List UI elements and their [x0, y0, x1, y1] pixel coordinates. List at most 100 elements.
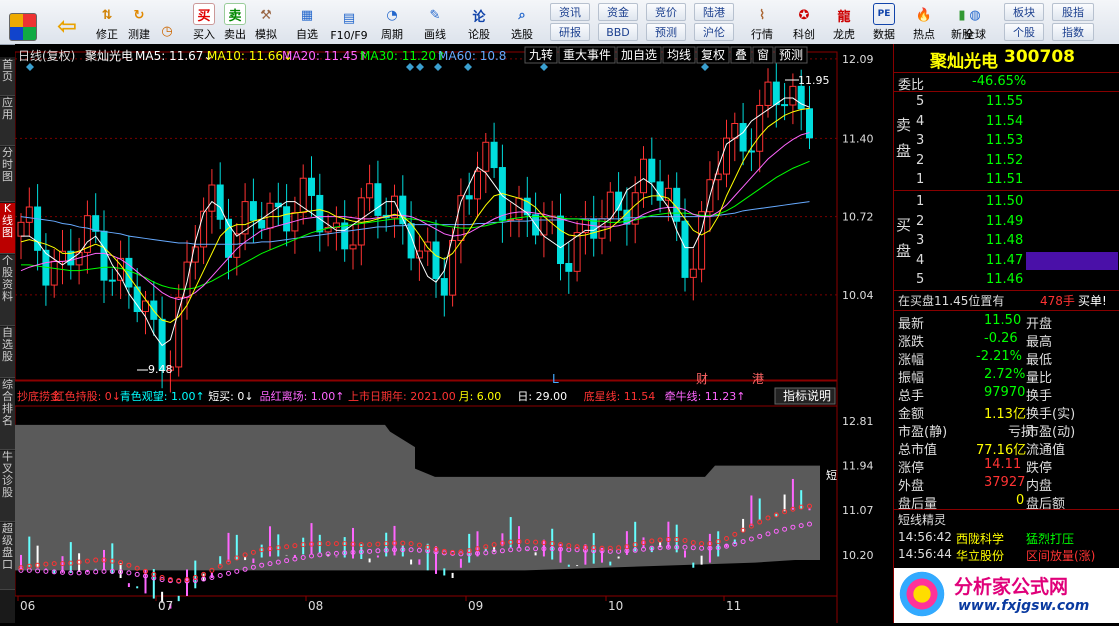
- tab-timeshare[interactable]: 分时图: [0, 147, 15, 202]
- tab-super-board[interactable]: 超级盘口: [0, 523, 15, 590]
- tab-ranking[interactable]: 综合排名: [0, 379, 15, 450]
- app-data-button[interactable]: PE 数据: [866, 2, 902, 42]
- ma10-line: [20, 107, 810, 324]
- bid-level-index: 2: [916, 213, 925, 229]
- marker-cai: 财: [696, 372, 708, 386]
- tab-apps[interactable]: 应用: [0, 97, 15, 146]
- grid-btn-yuce[interactable]: 预测: [646, 23, 686, 41]
- grid-btn-lugang[interactable]: 陆港: [694, 3, 734, 21]
- app-hot-button[interactable]: 🔥 热点: [906, 2, 942, 42]
- candle-body: [25, 206, 33, 223]
- grid-btn-zixun[interactable]: 资讯: [550, 3, 590, 21]
- forum-button[interactable]: 论论股: [462, 2, 496, 42]
- month-label: 06: [20, 599, 35, 613]
- grid-btn-hulun[interactable]: 沪伦: [694, 23, 734, 41]
- global-button[interactable]: ◍ 全球: [954, 2, 996, 42]
- candle-body: [490, 141, 498, 169]
- period-button[interactable]: ◔ 周期: [375, 2, 409, 42]
- draw-button[interactable]: ✎ 画线: [418, 2, 452, 42]
- grid-btn-jingjia[interactable]: 竞价: [646, 3, 686, 21]
- candle-body: [648, 158, 656, 183]
- signal-diamond: [406, 63, 414, 71]
- chart-tab-label: 预测: [779, 48, 803, 62]
- chart-mode-label: 日线(复权): [18, 49, 75, 63]
- ask-level-price: 11.52: [986, 152, 1024, 168]
- nav-button-0[interactable]: ⇅ 修正: [92, 2, 122, 42]
- kline-chart-area[interactable]: 12.09 11.40 10.72 10.04 12.81 11.94 11.07 10.2…: [14, 44, 893, 623]
- grid-btn-bankuai[interactable]: 板块: [1004, 3, 1044, 21]
- candle-body: [432, 241, 440, 280]
- bid-level-row[interactable]: 3 11.48: [894, 232, 1119, 250]
- global-label: 全球: [964, 28, 986, 41]
- tab-home[interactable]: 首页: [0, 59, 15, 96]
- bid-level-row[interactable]: 2 11.49: [894, 213, 1119, 231]
- candle-body: [440, 278, 448, 296]
- app-longhu-button[interactable]: 龍龙虎: [826, 2, 862, 42]
- clock-button[interactable]: ◷: [155, 2, 179, 42]
- buy-button[interactable]: 买买入: [190, 2, 218, 42]
- ma-legend-item: MA10: 11.66↓: [207, 49, 293, 63]
- stat-row[interactable]: 外盘 37927 内盘: [894, 474, 1119, 494]
- ask-level-row[interactable]: 2 11.52: [894, 152, 1119, 170]
- grid-btn-yanbao[interactable]: 研报: [550, 23, 590, 41]
- stock-picker-button[interactable]: ⌕ 选股: [504, 2, 540, 42]
- stat-row[interactable]: 盘后量 0 盘后额: [894, 492, 1119, 512]
- info-line: 在买盘11.45位置有 478手 买单!: [894, 290, 1119, 309]
- stat-row[interactable]: 市盈(静) 亏损 市盈(动): [894, 420, 1119, 440]
- kline-chart-svg[interactable]: 12.09 11.40 10.72 10.04 12.81 11.94 11.07 10.2…: [14, 44, 893, 623]
- grid-btn-bbd[interactable]: BBD: [598, 23, 638, 41]
- stat-row[interactable]: 金额 1.13亿 换手(实): [894, 402, 1119, 422]
- candle-body: [258, 219, 266, 229]
- candle-body: [34, 206, 42, 251]
- bid-level-row[interactable]: 5 11.46: [894, 271, 1119, 289]
- tab-diagnosis[interactable]: 牛叉诊股: [0, 451, 15, 522]
- sell-button[interactable]: 卖卖出: [221, 2, 249, 42]
- signal-diamond: [540, 63, 548, 71]
- tab-profile[interactable]: 个股资料: [0, 255, 15, 326]
- ask-level-row[interactable]: 3 11.53: [894, 132, 1119, 150]
- tab-watchlist[interactable]: 自选股: [0, 327, 15, 378]
- app-kechuang-button[interactable]: ✪ 科创: [786, 2, 822, 42]
- grid-btn-zhishu[interactable]: 指数: [1052, 23, 1094, 41]
- candle-body: [474, 170, 481, 200]
- candle-body: [216, 184, 224, 220]
- ask-level-row[interactable]: 5 11.55: [894, 93, 1119, 111]
- candle-body: [92, 215, 100, 232]
- bid-level-row[interactable]: 1 11.50: [894, 193, 1119, 211]
- simulate-button[interactable]: ⚒ 模拟: [252, 2, 280, 42]
- stat-row[interactable]: 涨跌 -0.26 最高: [894, 330, 1119, 350]
- weibi-row: 委比 -46.65%: [894, 72, 1119, 93]
- marker-L: L: [552, 372, 559, 386]
- sprite-row[interactable]: 14:56:44 华立股份 区间放量(涨): [894, 546, 1119, 564]
- grid-btn-guzhi[interactable]: 股指: [1052, 3, 1094, 21]
- candle-body: [565, 263, 573, 272]
- indicator-tick-label: 10.20: [842, 549, 874, 562]
- grid-btn-gegu[interactable]: 个股: [1004, 23, 1044, 41]
- magenta-dot: [93, 569, 99, 575]
- document-icon: ▤: [342, 10, 356, 26]
- nav-button-1[interactable]: ↻ 测建: [124, 2, 154, 42]
- stat-row[interactable]: 涨停 14.11 跌停: [894, 456, 1119, 476]
- sprite-stock: 华立股份: [956, 549, 1005, 563]
- stat-row[interactable]: 涨幅 -2.21% 最低: [894, 348, 1119, 368]
- ask-level-row[interactable]: 4 11.54: [894, 113, 1119, 131]
- candle-body: [731, 123, 739, 139]
- ask-level-row[interactable]: 1 11.51: [894, 171, 1119, 189]
- home-logo-button[interactable]: [4, 2, 42, 42]
- app-quote-button[interactable]: ⌇ 行情: [744, 2, 780, 42]
- candle-body: [249, 201, 257, 221]
- stat-value: -2.21%: [976, 349, 1022, 364]
- month-axis-labels: 06 07 08 09 10 11: [17, 596, 741, 613]
- ma-legend-item: MA60: 10.8: [438, 49, 506, 63]
- f10-button[interactable]: ▤ F10/F9: [328, 2, 370, 43]
- stat-row[interactable]: 最新 11.50 开盘: [894, 312, 1119, 332]
- favorites-button[interactable]: ▦ 自选: [290, 2, 324, 42]
- candle-body: [200, 210, 208, 248]
- tab-kline[interactable]: K线图: [0, 203, 15, 254]
- stat-row[interactable]: 振幅 2.72% 量比: [894, 366, 1119, 386]
- back-button[interactable]: ⇦: [52, 2, 82, 42]
- stat-row[interactable]: 总市值 77.16亿 流通值: [894, 438, 1119, 458]
- sprite-row[interactable]: 14:56:42 西陇科学 猛烈打压: [894, 529, 1119, 547]
- grid-btn-zijin[interactable]: 资金: [598, 3, 638, 21]
- stat-row[interactable]: 总手 97970 换手: [894, 384, 1119, 404]
